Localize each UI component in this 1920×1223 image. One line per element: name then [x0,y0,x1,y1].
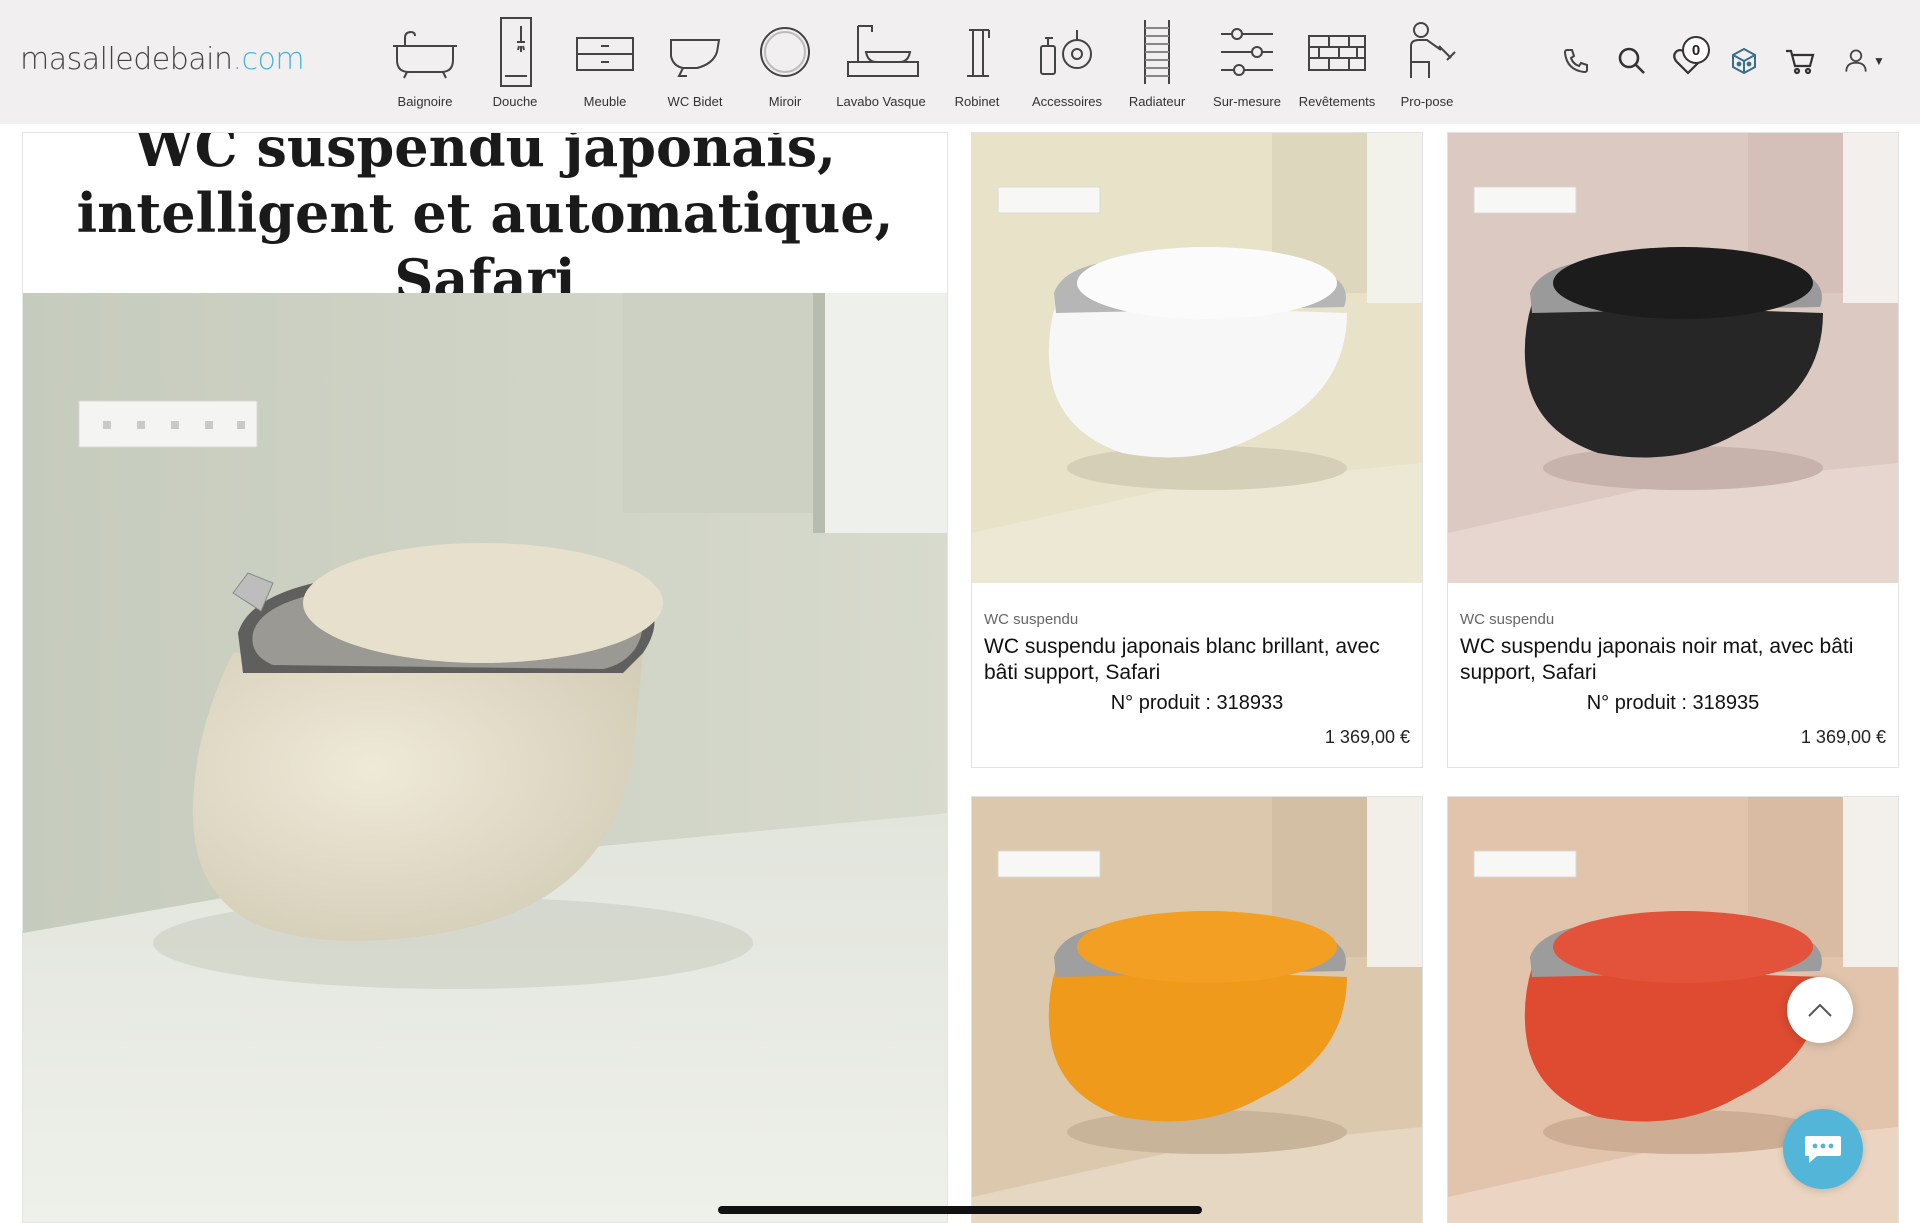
chevron-down-icon: ▼ [1873,54,1885,68]
product-card[interactable] [971,796,1423,1223]
product-image [972,797,1422,1223]
category-nav: Baignoire Douche Meuble WC Bidet Miroir [380,16,1472,109]
product-number-label: N° produit : [1110,692,1211,714]
product-price: 1 369,00 € [1324,727,1410,747]
wishlist-button[interactable]: 0 [1660,36,1716,84]
cube-icon [1732,47,1756,75]
account-button[interactable]: ▼ [1828,38,1898,84]
nav-item-meuble[interactable]: Meuble [560,16,650,109]
shower-icon [500,17,532,87]
header-tools: 0 ▼ [1548,36,1898,84]
product-card[interactable]: WC suspendu WC suspendu japonais noir ma… [1447,132,1899,768]
scroll-to-top-button[interactable] [1787,977,1853,1043]
product-category: WC suspendu [1460,611,1555,628]
cabinet-icon [576,37,634,71]
nav-label: Accessoires [1031,94,1103,109]
nav-label: Douche [492,94,538,109]
nav-item-douche[interactable]: Douche [470,16,560,109]
logo-tld: .com [232,42,305,77]
bathtub-icon [393,30,457,79]
product-price: 1 369,00 € [1800,727,1886,747]
site-logo[interactable]: masalledebain.com [20,42,305,77]
nav-label: Meuble [583,94,627,109]
bricks-icon [1308,35,1366,71]
search-icon [1618,47,1645,74]
user-icon [1845,49,1867,72]
product-number-value: 318933 [1216,692,1284,714]
nav-item-miroir[interactable]: Miroir [740,16,830,109]
nav-item-accessoires[interactable]: Accessoires [1022,16,1112,109]
sliders-icon [1221,28,1273,76]
nav-label: Robinet [954,94,1000,109]
toilet-icon [670,39,721,77]
radiator-icon [1144,20,1170,84]
chevron-up-icon [1808,1003,1832,1017]
phone-icon [1563,49,1588,74]
chat-button[interactable] [1783,1109,1863,1189]
nav-label: Pro-pose [1400,94,1454,109]
product-number-label: N° produit : [1586,692,1687,714]
sink-icon [847,25,919,77]
page-title: WC suspendu japonais, intelligent et aut… [76,132,894,311]
cart-button[interactable] [1772,38,1828,84]
nav-label: Revêtements [1298,94,1376,109]
cart-icon [1786,49,1815,75]
product-name[interactable]: WC suspendu japonais blanc brillant, ave… [984,634,1410,686]
product-card[interactable]: WC suspendu WC suspendu japonais blanc b… [971,132,1423,768]
nav-item-baignoire[interactable]: Baignoire [380,16,470,109]
product-image [972,133,1422,583]
faucet-icon [967,29,990,77]
product-image [1448,133,1898,583]
nav-item-radiateur[interactable]: Radiateur [1112,16,1202,109]
logo-name: masalledebain [20,42,233,77]
product-number-value: 318935 [1692,692,1760,714]
nav-item-lavabo-vasque[interactable]: Lavabo Vasque [830,16,932,109]
nav-label: Lavabo Vasque [836,94,926,109]
nav-label: Radiateur [1128,94,1186,109]
accessories-icon [1040,30,1092,75]
product-category: WC suspendu [984,611,1079,628]
samples-button[interactable] [1716,38,1772,84]
installer-icon [1410,22,1456,78]
home-indicator [718,1206,1202,1214]
nav-label: Sur-mesure [1213,94,1281,109]
nav-item-pro-pose[interactable]: Pro-pose [1382,16,1472,109]
nav-item-revetements[interactable]: Revêtements [1292,16,1382,109]
product-name[interactable]: WC suspendu japonais noir mat, avec bâti… [1460,634,1886,686]
nav-label: Miroir [768,94,802,109]
nav-item-wc-bidet[interactable]: WC Bidet [650,16,740,109]
hero-card[interactable]: WC suspendu japonais, intelligent et aut… [22,132,948,1223]
product-number: N° produit : 318935 [1448,692,1898,715]
wishlist-count-badge: 0 [1682,36,1710,64]
nav-label: WC Bidet [667,94,723,109]
mirror-icon [760,27,810,77]
nav-item-robinet[interactable]: Robinet [932,16,1022,109]
search-button[interactable] [1604,38,1660,84]
nav-item-sur-mesure[interactable]: Sur-mesure [1202,16,1292,109]
hero-toilet-image [23,293,947,1222]
chat-icon [1805,1136,1841,1163]
site-header: masalledebain.com Baignoire Douche Meubl… [0,0,1920,124]
product-number: N° produit : 318933 [972,692,1422,715]
nav-label: Baignoire [397,94,453,109]
phone-button[interactable] [1548,38,1604,84]
